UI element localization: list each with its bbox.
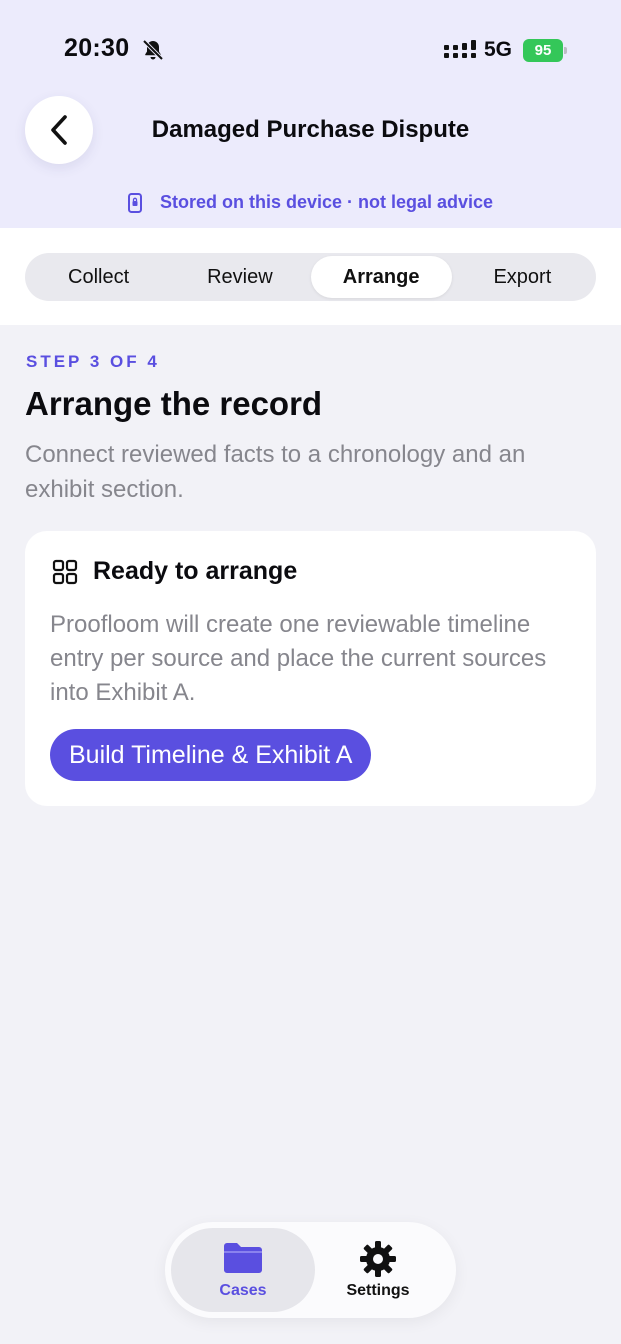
network-type: 5G xyxy=(484,38,513,61)
page-title: Arrange the record xyxy=(25,385,323,422)
build-timeline-button[interactable]: Build Timeline & Exhibit A xyxy=(50,729,372,781)
step-selector-container: Collect Review Arrange Export xyxy=(0,228,621,325)
storage-note: Stored on this device · not legal advice xyxy=(0,192,621,213)
tab-settings[interactable]: Settings xyxy=(306,1228,450,1312)
status-time: 20:30 xyxy=(64,34,130,62)
storage-note-text: Stored on this device · not legal advice xyxy=(159,192,494,212)
segment-export[interactable]: Export xyxy=(452,256,593,298)
card-title: Ready to arrange xyxy=(93,557,298,585)
tab-cases-label: Cases xyxy=(219,1282,267,1299)
tab-settings-label: Settings xyxy=(346,1282,410,1299)
device-lock-icon xyxy=(127,192,142,213)
screen: 20:30 5G 95 Damaged Purchase Dispute Sto… xyxy=(0,0,621,1344)
tab-cases[interactable]: Cases xyxy=(171,1228,315,1312)
cellular-signal-icon xyxy=(444,40,476,58)
battery-cap xyxy=(564,47,567,54)
battery-level: 95 xyxy=(523,39,563,62)
step-label: STEP 3 OF 4 xyxy=(26,352,160,371)
tab-bar: Cases Settings xyxy=(165,1222,456,1318)
segment-collect[interactable]: Collect xyxy=(28,256,169,298)
bell-muted-icon xyxy=(142,39,164,61)
header: 20:30 5G 95 Damaged Purchase Dispute Sto… xyxy=(0,0,621,228)
card-body: Proofloom will create one reviewable tim… xyxy=(50,611,547,706)
page-description: Connect reviewed facts to a chronology a… xyxy=(25,441,526,503)
battery-indicator: 95 xyxy=(523,39,567,62)
gear-icon xyxy=(360,1241,396,1277)
segment-arrange[interactable]: Arrange xyxy=(310,256,452,298)
step-segmented-control: Collect Review Arrange Export xyxy=(25,253,596,301)
status-bar: 20:30 5G 95 xyxy=(0,0,621,100)
page-header-title: Damaged Purchase Dispute xyxy=(151,116,470,143)
segment-review[interactable]: Review xyxy=(169,256,310,298)
folder-icon xyxy=(224,1243,262,1273)
grid-icon xyxy=(52,559,78,585)
arrange-card: Ready to arrange Proofloom will create o… xyxy=(25,531,596,806)
